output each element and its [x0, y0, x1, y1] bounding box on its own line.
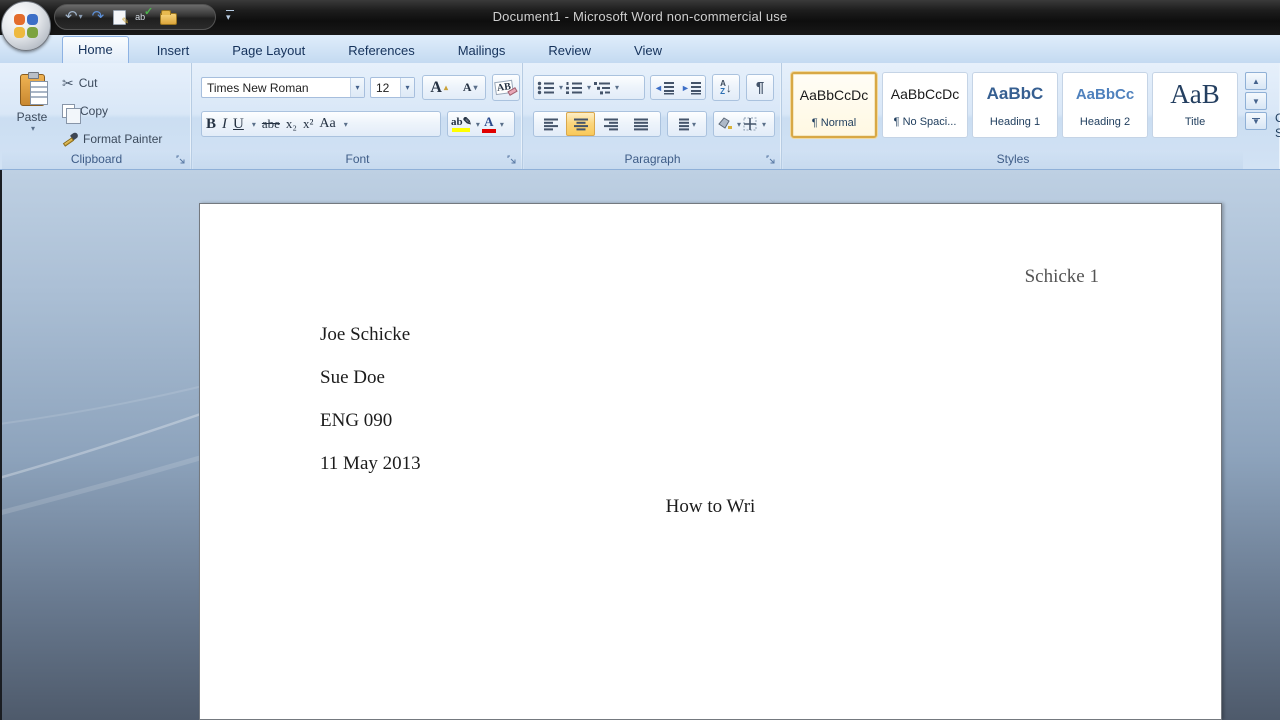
- underline-button[interactable]: U: [233, 116, 244, 133]
- font-group-label: Font: [193, 151, 522, 169]
- italic-button[interactable]: I: [222, 116, 227, 133]
- style-title[interactable]: AaB Title: [1152, 72, 1238, 138]
- bullets-button[interactable]: [537, 81, 555, 95]
- shrink-font-button[interactable]: A ▾: [463, 80, 478, 95]
- borders-button[interactable]: [743, 117, 758, 131]
- highlight-dropdown-icon[interactable]: ▾: [476, 120, 480, 129]
- style-no-spacing[interactable]: AaBbCcDc ¶ No Spaci...: [882, 72, 968, 138]
- group-paragraph: ▾ ▾ ▾ ◄ ► AZ ↓ ¶ ▾ ▾ ▾ Paragraph: [524, 63, 782, 169]
- paste-button[interactable]: Paste ▾: [8, 70, 56, 150]
- copy-icon: [62, 104, 81, 124]
- line-spacing-button[interactable]: ▾: [667, 111, 707, 137]
- font-size-combo[interactable]: 12 ▾: [370, 77, 415, 98]
- font-color-dropdown-icon[interactable]: ▾: [500, 120, 504, 129]
- undo-icon[interactable]: ↶ ▾: [65, 8, 83, 26]
- font-family-combo[interactable]: Times New Roman ▾: [201, 77, 365, 98]
- tab-references[interactable]: References: [333, 38, 429, 63]
- style-heading1[interactable]: AaBbC Heading 1: [972, 72, 1058, 138]
- doc-line-date[interactable]: 11 May 2013: [320, 453, 421, 475]
- paragraph-group-label: Paragraph: [524, 151, 781, 169]
- doc-title-line[interactable]: How to Wri: [200, 496, 1221, 518]
- multilevel-list-button[interactable]: [593, 81, 611, 95]
- text-highlight-button[interactable]: ab✎: [451, 116, 472, 132]
- styles-scroll-down-button[interactable]: ▼: [1245, 92, 1267, 110]
- doc-line-instructor[interactable]: Sue Doe: [320, 367, 385, 389]
- format-painter-button[interactable]: Format Painter: [62, 129, 162, 149]
- change-case-button[interactable]: Aa: [319, 116, 335, 132]
- shading-dropdown-icon[interactable]: ▾: [737, 120, 741, 129]
- borders-dropdown-icon[interactable]: ▾: [762, 120, 766, 129]
- subscript-button[interactable]: x₂: [286, 116, 297, 132]
- change-case-dropdown-icon[interactable]: ▾: [344, 120, 348, 129]
- multilevel-dropdown-icon[interactable]: ▾: [615, 83, 619, 92]
- redo-icon[interactable]: ↷: [92, 8, 105, 26]
- align-left-button[interactable]: [536, 113, 565, 135]
- font-size-dropdown-icon[interactable]: ▾: [400, 78, 414, 97]
- clipboard-dialog-launcher[interactable]: [175, 154, 187, 166]
- style-heading2[interactable]: AaBbCc Heading 2: [1062, 72, 1148, 138]
- tab-insert[interactable]: Insert: [142, 38, 205, 63]
- cut-icon: ✂: [62, 74, 74, 91]
- group-font: Times New Roman ▾ 12 ▾ A ▴ A ▾ AB B I U ▾ …: [193, 63, 523, 169]
- tab-page-layout[interactable]: Page Layout: [217, 38, 320, 63]
- style-normal[interactable]: AaBbCcDc ¶ Normal: [791, 72, 877, 138]
- ribbon: Paste ▾ ✂ Cut Copy Format Painter Clipbo…: [0, 63, 1280, 170]
- tab-home[interactable]: Home: [62, 36, 129, 63]
- tab-mailings[interactable]: Mailings: [443, 38, 521, 63]
- numbering-dropdown-icon[interactable]: ▾: [587, 83, 591, 92]
- align-center-button[interactable]: [566, 112, 595, 136]
- tab-view[interactable]: View: [619, 38, 677, 63]
- show-hide-pilcrow-button[interactable]: ¶: [746, 74, 774, 101]
- numbering-button[interactable]: [565, 81, 583, 95]
- open-folder-icon[interactable]: [160, 9, 178, 25]
- grow-font-button[interactable]: A ▴: [430, 79, 448, 97]
- title-bar: Document1 - Microsoft Word non-commercia…: [0, 0, 1280, 35]
- sort-arrow-icon: ↓: [725, 80, 732, 95]
- spelling-grammar-icon[interactable]: ab ✓: [135, 6, 153, 22]
- font-color-swatch: [481, 128, 496, 133]
- bold-button[interactable]: B: [206, 116, 216, 133]
- cut-button[interactable]: ✂ Cut: [62, 73, 97, 93]
- draw-page-icon[interactable]: ✎: [113, 9, 129, 26]
- bullets-dropdown-icon[interactable]: ▾: [559, 83, 563, 92]
- copy-button[interactable]: Copy: [62, 101, 108, 124]
- format-painter-icon: [62, 131, 80, 147]
- styles-group-label: Styles: [783, 151, 1243, 169]
- quick-access-toolbar: ↶ ▾ ↷ ✎ ab ✓: [54, 4, 216, 30]
- align-right-button[interactable]: [596, 113, 625, 135]
- doc-line-author[interactable]: Joe Schicke: [320, 324, 410, 346]
- office-logo-icon: [14, 14, 38, 38]
- clear-formatting-button[interactable]: AB: [492, 74, 520, 101]
- highlight-color-swatch: [452, 127, 471, 132]
- font-color-button[interactable]: A: [481, 115, 496, 133]
- shading-button[interactable]: [717, 117, 733, 131]
- tab-review[interactable]: Review: [533, 38, 606, 63]
- justify-button[interactable]: [626, 113, 655, 135]
- decrease-indent-button[interactable]: ◄: [654, 81, 675, 95]
- font-dialog-launcher[interactable]: [506, 154, 518, 166]
- strikethrough-button[interactable]: abe: [262, 116, 280, 132]
- styles-scroll-up-button[interactable]: ▲: [1245, 72, 1267, 90]
- styles-more-button[interactable]: ▼: [1245, 112, 1267, 130]
- sort-button[interactable]: AZ ↓: [712, 74, 740, 101]
- group-styles: AaBbCcDc ¶ Normal AaBbCcDc ¶ No Spaci...…: [783, 63, 1280, 169]
- paragraph-dialog-launcher[interactable]: [765, 154, 777, 166]
- customize-qat-icon[interactable]: ▾: [226, 10, 234, 23]
- document-page[interactable]: Schicke 1 Joe Schicke Sue Doe ENG 090 11…: [199, 203, 1222, 720]
- font-family-dropdown-icon[interactable]: ▾: [350, 78, 364, 97]
- clipboard-group-label: Clipboard: [2, 151, 191, 169]
- underline-dropdown-icon[interactable]: ▾: [252, 120, 256, 129]
- font-size-value: 12: [376, 80, 390, 95]
- ribbon-tab-row: Home Insert Page Layout References Maili…: [0, 35, 1280, 63]
- increase-indent-button[interactable]: ►: [681, 81, 702, 95]
- document-workspace: Schicke 1 Joe Schicke Sue Doe ENG 090 11…: [0, 170, 1280, 720]
- doc-line-course[interactable]: ENG 090: [320, 410, 392, 432]
- group-clipboard: Paste ▾ ✂ Cut Copy Format Painter Clipbo…: [2, 63, 192, 169]
- superscript-button[interactable]: x²: [303, 116, 313, 132]
- page-header-text[interactable]: Schicke 1: [1025, 266, 1099, 288]
- office-button[interactable]: [1, 1, 51, 51]
- font-family-value: Times New Roman: [207, 80, 309, 95]
- change-styles-button-clipped[interactable]: C S: [1275, 111, 1280, 141]
- paste-clipboard-icon: [19, 72, 48, 106]
